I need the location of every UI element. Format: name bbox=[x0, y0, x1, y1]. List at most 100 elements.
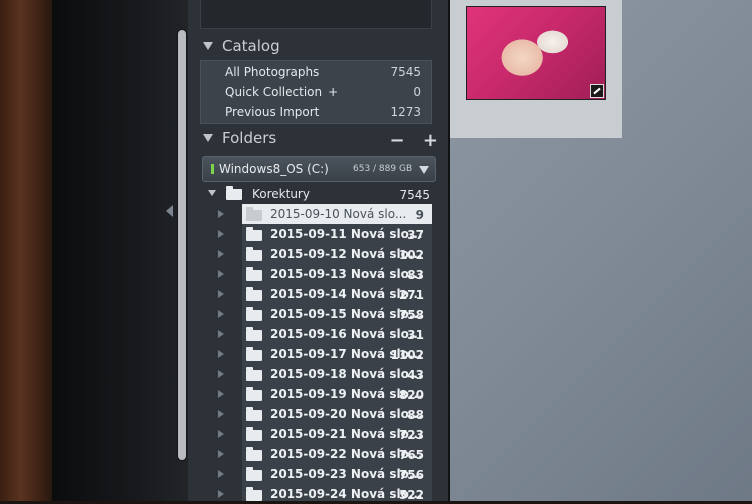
subfolder-count: 88 bbox=[407, 408, 424, 422]
triangle-down-icon bbox=[203, 42, 213, 50]
folder-icon bbox=[246, 327, 262, 341]
triangle-right-icon[interactable] bbox=[218, 250, 224, 258]
triangle-right-icon[interactable] bbox=[218, 290, 224, 298]
panel-collapse-arrow-icon[interactable] bbox=[166, 205, 173, 217]
catalog-item-label: Previous Import bbox=[225, 105, 320, 119]
subfolder-name: 2015-09-11 Nová slo... bbox=[270, 227, 423, 241]
subfolder-name: 2015-09-20 Nová slo... bbox=[270, 407, 423, 421]
catalog-item-label: Quick Collection bbox=[225, 85, 323, 99]
triangle-right-icon[interactable] bbox=[218, 270, 224, 278]
volume-header[interactable]: Windows8_OS (C:) 653 / 889 GB bbox=[202, 156, 436, 182]
edited-badge-icon bbox=[590, 84, 604, 98]
catalog-item-label: All Photographs bbox=[225, 65, 320, 79]
triangle-right-icon[interactable] bbox=[218, 210, 224, 218]
subfolder-name: 2015-09-16 Nová slo... bbox=[270, 327, 423, 341]
folder-root-name: Korektury bbox=[252, 187, 310, 201]
triangle-right-icon[interactable] bbox=[218, 410, 224, 418]
subfolder-row[interactable]: 2015-09-11 Nová slo... 37 bbox=[218, 224, 432, 244]
subfolder-count: 271 bbox=[398, 288, 424, 302]
subfolder-count: 522 bbox=[398, 488, 424, 502]
folders-title: Folders bbox=[222, 129, 277, 147]
triangle-right-icon[interactable] bbox=[218, 470, 224, 478]
subfolder-row[interactable]: 2015-09-14 Nová slo... 271 bbox=[218, 284, 432, 304]
catalog-list: All Photographs 7545 Quick Collection + 0… bbox=[200, 60, 432, 124]
quick-collection-plus: + bbox=[328, 85, 339, 99]
subfolder-row[interactable]: 2015-09-19 Nová slo... 820 bbox=[218, 384, 432, 404]
triangle-right-icon[interactable] bbox=[218, 490, 224, 498]
volume-name: Windows8_OS (C:) bbox=[219, 162, 329, 176]
folder-icon bbox=[246, 367, 262, 381]
triangle-right-icon[interactable] bbox=[218, 350, 224, 358]
catalog-item-all-photographs[interactable]: All Photographs 7545 bbox=[201, 62, 431, 82]
subfolder-row[interactable]: 2015-09-21 Nová slo... 723 bbox=[218, 424, 432, 444]
triangle-right-icon[interactable] bbox=[218, 230, 224, 238]
folder-icon bbox=[246, 387, 262, 401]
triangle-right-icon[interactable] bbox=[218, 450, 224, 458]
subfolder-row[interactable]: 2015-09-17 Nová slo... 1102 bbox=[218, 344, 432, 364]
subfolder-row[interactable]: 2015-09-24 Nová slo... 522 bbox=[218, 484, 432, 504]
volume-status-led bbox=[211, 164, 214, 174]
folder-icon bbox=[226, 186, 242, 200]
folder-actions: − + bbox=[378, 130, 438, 151]
subfolder-row[interactable]: 2015-09-12 Nová slo... 102 bbox=[218, 244, 432, 264]
triangle-right-icon[interactable] bbox=[218, 370, 224, 378]
catalog-header[interactable]: Catalog bbox=[188, 34, 448, 58]
triangle-down-icon bbox=[203, 134, 213, 142]
photo-thumbnail[interactable] bbox=[466, 6, 606, 100]
folder-icon bbox=[246, 467, 262, 481]
subfolder-row[interactable]: 2015-09-23 Nová slo... 756 bbox=[218, 464, 432, 484]
folder-icon bbox=[246, 207, 262, 221]
triangle-right-icon[interactable] bbox=[218, 430, 224, 438]
triangle-right-icon[interactable] bbox=[218, 330, 224, 338]
subfolder-row[interactable]: 2015-09-22 Nová slo... 765 bbox=[218, 444, 432, 464]
folder-icon bbox=[246, 407, 262, 421]
subfolder-count: 820 bbox=[398, 388, 424, 402]
folder-icon bbox=[246, 267, 262, 281]
subfolder-row[interactable]: 2015-09-10 Nová slo... 9 bbox=[218, 204, 432, 224]
monitor-bezel bbox=[52, 0, 192, 501]
folder-icon bbox=[246, 307, 262, 321]
subfolder-name: 2015-09-18 Nová slo... bbox=[270, 367, 423, 381]
subfolder-row[interactable]: 2015-09-18 Nová slo... 43 bbox=[218, 364, 432, 384]
folder-icon bbox=[246, 347, 262, 361]
catalog-item-quick-collection[interactable]: Quick Collection + 0 bbox=[201, 82, 431, 102]
subfolder-count: 37 bbox=[407, 228, 424, 242]
triangle-right-icon[interactable] bbox=[218, 310, 224, 318]
volume-toggle-icon[interactable] bbox=[419, 166, 429, 174]
subfolder-row[interactable]: 2015-09-13 Nová slo... 83 bbox=[218, 264, 432, 284]
folder-root[interactable]: Korektury 7545 bbox=[188, 184, 448, 204]
left-panel: Catalog All Photographs 7545 Quick Colle… bbox=[188, 0, 450, 504]
subfolder-row[interactable]: 2015-09-15 Nová slo... 758 bbox=[218, 304, 432, 324]
catalog-item-count: 0 bbox=[413, 85, 421, 99]
volume-size: 653 / 889 GB bbox=[353, 164, 413, 174]
navigator-box bbox=[200, 0, 432, 29]
subfolder-name: 2015-09-10 Nová slo... bbox=[270, 207, 407, 221]
grid-view bbox=[450, 0, 752, 501]
subfolder-count: 83 bbox=[407, 268, 424, 282]
remove-folder-button[interactable]: − bbox=[390, 130, 405, 151]
triangle-right-icon[interactable] bbox=[218, 390, 224, 398]
subfolder-row[interactable]: 2015-09-16 Nová slo... 31 bbox=[218, 324, 432, 344]
subfolder-count: 756 bbox=[398, 468, 424, 482]
folder-icon bbox=[246, 447, 262, 461]
thumbnail-cell[interactable] bbox=[450, 0, 622, 138]
folder-icon bbox=[246, 427, 262, 441]
folder-icon bbox=[246, 487, 262, 501]
catalog-item-label-wrap: Quick Collection + bbox=[225, 85, 338, 99]
catalog-item-previous-import[interactable]: Previous Import 1273 bbox=[201, 102, 431, 122]
subfolder-name: 2015-09-13 Nová slo... bbox=[270, 267, 423, 281]
catalog-item-count: 1273 bbox=[390, 105, 421, 119]
add-folder-button[interactable]: + bbox=[423, 130, 438, 151]
folder-root-count: 7545 bbox=[399, 188, 430, 202]
subfolder-row[interactable]: 2015-09-20 Nová slo... 88 bbox=[218, 404, 432, 424]
subfolder-list: 2015-09-10 Nová slo... 9 2015-09-11 Nová… bbox=[218, 204, 432, 504]
triangle-down-icon[interactable] bbox=[208, 190, 216, 196]
subfolder-count: 31 bbox=[407, 328, 424, 342]
panel-scrollbar[interactable] bbox=[178, 30, 186, 460]
folder-icon bbox=[246, 247, 262, 261]
subfolder-count: 1102 bbox=[390, 348, 424, 362]
catalog-item-count: 7545 bbox=[390, 65, 421, 79]
catalog-title: Catalog bbox=[222, 37, 280, 55]
folder-icon bbox=[246, 287, 262, 301]
subfolder-count: 43 bbox=[407, 368, 424, 382]
